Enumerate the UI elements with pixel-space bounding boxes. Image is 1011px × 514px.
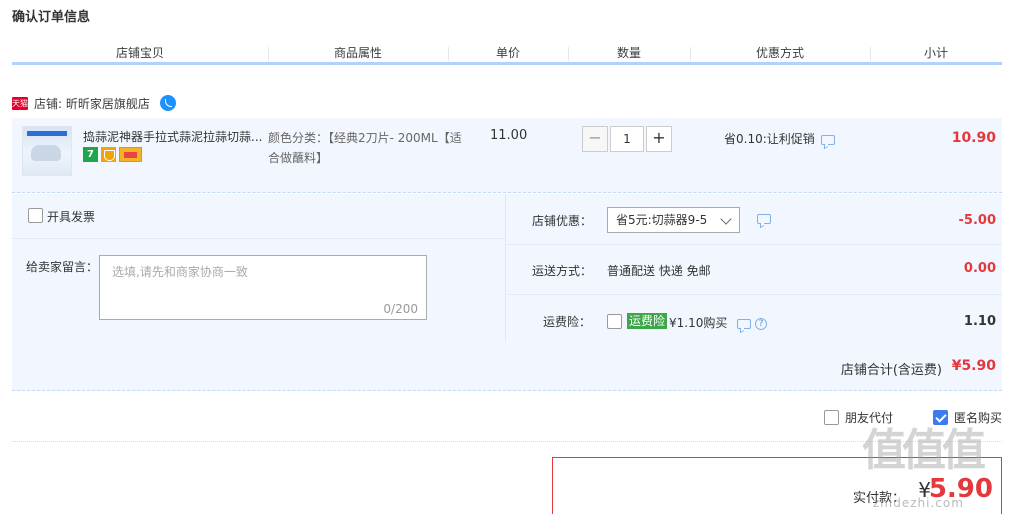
- chevron-down-icon: [720, 213, 732, 225]
- shop-total-value: ¥5.90: [951, 358, 996, 374]
- service-icons: 7: [83, 147, 142, 162]
- watermark-domain: zhidezhi.com: [873, 496, 964, 510]
- insurance-row: 运费险： 运费险 ¥1.10购买 ? 1.10: [507, 295, 1002, 341]
- col-unit-price: 单价: [448, 45, 568, 62]
- shipping-method: 普通配送 快递 免邮: [607, 264, 711, 278]
- product-thumbnail[interactable]: [22, 126, 72, 176]
- promo-info: 省0.10:让利促销: [724, 130, 835, 147]
- message-placeholder: 选填,请先和商家协商一致: [112, 265, 248, 279]
- insurance-checkbox[interactable]: [607, 314, 622, 329]
- invoice-checkbox[interactable]: [28, 208, 43, 223]
- credit-card-icon[interactable]: [119, 147, 142, 162]
- seven-day-return-icon[interactable]: 7: [83, 147, 98, 162]
- comment-icon[interactable]: [737, 318, 752, 329]
- insurance-tag: 运费险: [627, 313, 668, 329]
- message-char-count: 0/200: [383, 302, 418, 316]
- col-subtotal: 小计: [870, 45, 1002, 62]
- item-subtotal: 10.90: [951, 130, 996, 146]
- page-title: 确认订单信息: [12, 10, 91, 25]
- insurance-price: ¥1.10购买 ?: [669, 314, 768, 331]
- message-textarea[interactable]: 选填,请先和商家协商一致 0/200: [99, 255, 427, 320]
- insurance-value: 1.10: [963, 314, 996, 329]
- friend-pay-label: 朋友代付: [844, 411, 893, 425]
- comment-icon[interactable]: [820, 134, 835, 145]
- shipping-row: 运送方式： 普通配送 快递 免邮 0.00: [507, 245, 1002, 295]
- wangwang-chat-icon[interactable]: [159, 95, 176, 111]
- shop-discount-select[interactable]: 省5元:切蒜器9-5: [607, 207, 740, 233]
- guarantee-icon[interactable]: [101, 147, 116, 162]
- bottom-options: 朋友代付 匿名购买: [823, 409, 1002, 426]
- shipping-fee: 0.00: [963, 261, 996, 276]
- insurance-label: 运费险：: [543, 315, 592, 329]
- divider: [12, 441, 1002, 442]
- col-shop-item: 店铺宝贝: [115, 46, 164, 60]
- left-options-panel: 开具发票 给卖家留言： 选填,请先和商家协商一致 0/200: [12, 194, 506, 341]
- shop-discount-row: 店铺优惠： 省5元:切蒜器9-5 -5.00: [507, 194, 1002, 245]
- insurance-price-text: ¥1.10购买: [669, 316, 728, 330]
- shop-discount-label: 店铺优惠：: [532, 214, 593, 228]
- shipping-label: 运送方式：: [532, 264, 593, 278]
- shop-total-label: 店铺合计(含运费): [840, 363, 942, 378]
- qty-plus-button[interactable]: +: [646, 126, 672, 152]
- col-discount: 优惠方式: [690, 45, 870, 62]
- quantity-stepper: − 1 +: [582, 126, 672, 152]
- invoice-label: 开具发票: [47, 210, 96, 224]
- anonymous-checkbox[interactable]: [932, 410, 948, 425]
- unit-price: 11.00: [490, 128, 528, 143]
- shop-discount-value: -5.00: [958, 213, 996, 228]
- product-title[interactable]: 捣蒜泥神器手拉式蒜泥拉蒜切蒜...: [83, 128, 263, 145]
- column-header: 店铺宝贝 商品属性 单价 数量 优惠方式 小计: [12, 45, 1002, 65]
- order-item-row: 捣蒜泥神器手拉式蒜泥拉蒜切蒜... 7 颜色分类：【经典2刀片- 200ML【适…: [12, 118, 1002, 193]
- shop-name[interactable]: 店铺: 昕昕家居旗舰店: [34, 95, 150, 112]
- message-label: 给卖家留言：: [26, 260, 99, 274]
- promo-text: 省0.10:让利促销: [724, 132, 815, 146]
- help-icon[interactable]: ?: [755, 317, 768, 330]
- col-quantity: 数量: [568, 45, 690, 62]
- product-attributes: 颜色分类：【经典2刀片- 200ML【适合做蘸料】: [268, 131, 462, 165]
- shop-line: 天猫 店铺: 昕昕家居旗舰店: [12, 94, 176, 112]
- qty-input[interactable]: 1: [610, 126, 644, 152]
- tmall-badge: 天猫: [12, 96, 28, 110]
- col-attributes: 商品属性: [268, 45, 448, 62]
- friend-pay-checkbox[interactable]: [823, 410, 839, 425]
- invoice-row: 开具发票: [12, 194, 506, 239]
- qty-minus-button[interactable]: −: [582, 126, 608, 152]
- comment-icon[interactable]: [757, 214, 771, 224]
- shop-discount-selected: 省5元:切蒜器9-5: [616, 213, 708, 227]
- watermark: 值值值: [862, 425, 986, 476]
- order-options: 开具发票 给卖家留言： 选填,请先和商家协商一致 0/200 店铺优惠： 省5元…: [12, 194, 1002, 391]
- anonymous-label: 匿名购买: [953, 411, 1002, 425]
- right-options-panel: 店铺优惠： 省5元:切蒜器9-5 -5.00 运送方式： 普通配送 快递 免邮 …: [507, 194, 1002, 341]
